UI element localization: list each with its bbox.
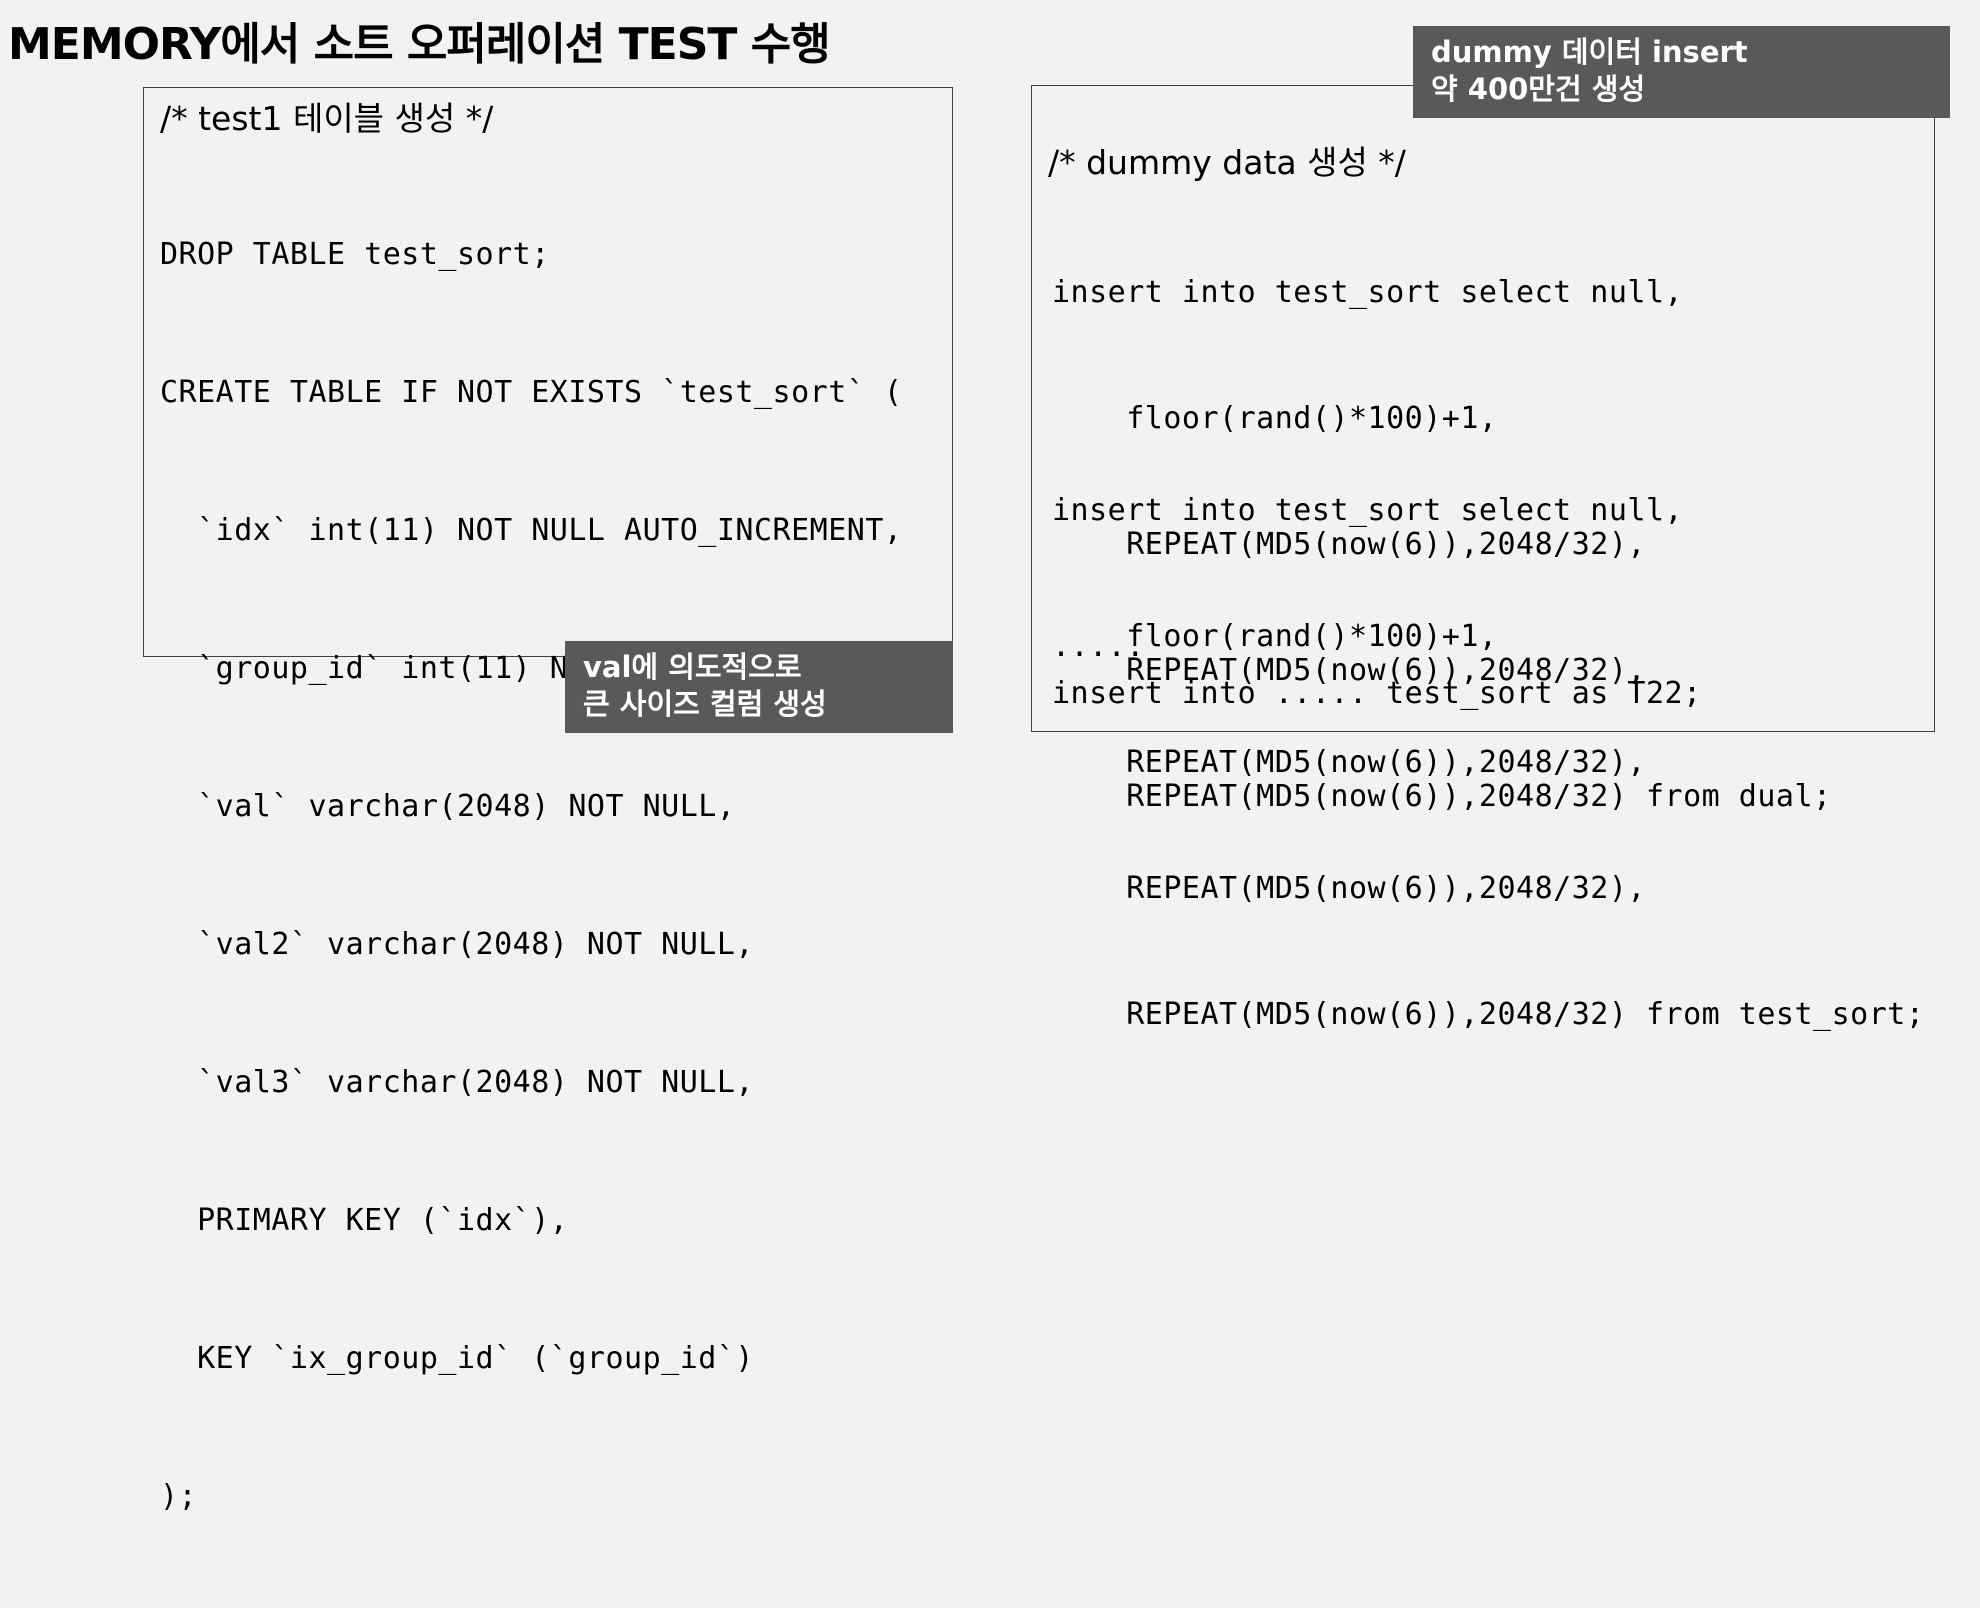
callout-line: 큰 사이즈 컬럼 생성: [583, 687, 827, 721]
create-table-panel: /* test1 테이블 생성 */ DROP TABLE test_sort;…: [143, 87, 953, 1514]
code-line: REPEAT(MD5(now(6)),2048/32),: [1052, 871, 1646, 906]
code-line: KEY `ix_group_id` (`group_id`): [160, 1341, 754, 1376]
code-line: REPEAT(MD5(now(6)),2048/32) from test_so…: [1052, 997, 1925, 1032]
insert-last: insert into ..... test_sort as T22;: [1052, 676, 1702, 711]
dummy-data-panel: /* dummy data 생성 */ insert into test_sor…: [1031, 85, 1935, 1032]
create-table-comment: /* test1 테이블 생성 */: [160, 99, 494, 138]
code-line: CREATE TABLE IF NOT EXISTS `test_sort` (: [160, 375, 903, 410]
callout-line: dummy 데이터 insert: [1431, 35, 1748, 69]
code-line: `val2` varchar(2048) NOT NULL,: [160, 927, 754, 962]
code-line: `idx` int(11) NOT NULL AUTO_INCREMENT,: [160, 513, 903, 548]
insert-block-2: insert into test_sort select null, floor…: [1052, 406, 1924, 1120]
create-table-code: DROP TABLE test_sort; CREATE TABLE IF NO…: [160, 140, 902, 1608]
dummy-insert-callout: dummy 데이터 insert 약 400만건 생성: [1413, 26, 1950, 118]
code-line: `val` varchar(2048) NOT NULL,: [160, 789, 736, 824]
code-line: DROP TABLE test_sort;: [160, 237, 550, 272]
slide-title: MEMORY에서 소트 오퍼레이션 TEST 수행: [8, 19, 831, 70]
callout-line: 약 400만건 생성: [1431, 72, 1646, 106]
ellipsis: .....: [1052, 629, 1145, 664]
dummy-data-comment: /* dummy data 생성 */: [1048, 143, 1406, 182]
code-line: floor(rand()*100)+1,: [1052, 619, 1498, 654]
code-line: `val3` varchar(2048) NOT NULL,: [160, 1065, 754, 1100]
code-line: insert into test_sort select null,: [1052, 493, 1684, 528]
callout-line: val에 의도적으로: [583, 650, 802, 684]
val-column-callout: val에 의도적으로 큰 사이즈 컬럼 생성: [565, 641, 953, 733]
code-line: );: [160, 1479, 198, 1514]
code-line: PRIMARY KEY (`idx`),: [160, 1203, 569, 1238]
code-line: insert into test_sort select null,: [1052, 275, 1684, 310]
code-line: REPEAT(MD5(now(6)),2048/32),: [1052, 745, 1646, 780]
